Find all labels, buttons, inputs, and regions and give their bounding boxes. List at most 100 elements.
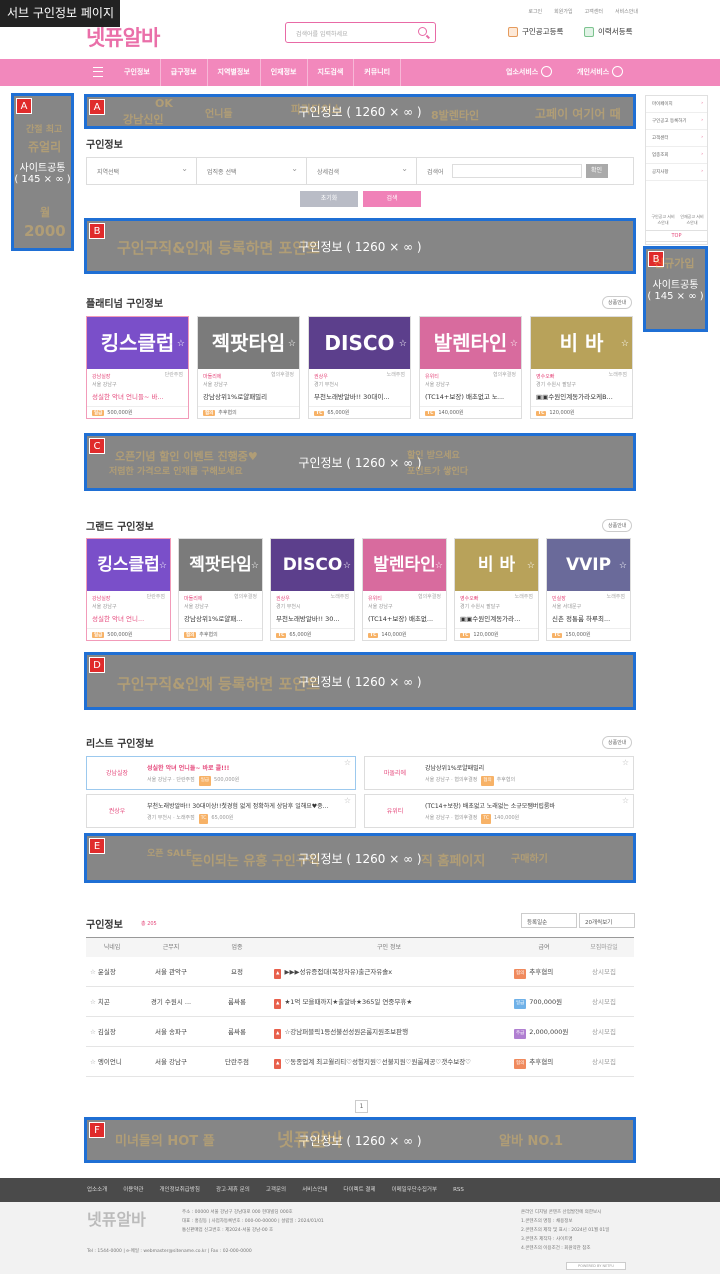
sidebar-job-service[interactable]: 구인공고 서비스안내 bbox=[650, 214, 676, 226]
search-button[interactable]: 검색 bbox=[363, 191, 421, 207]
confirm-button[interactable]: 확인 bbox=[585, 164, 608, 178]
star-icon[interactable]: ☆ bbox=[527, 540, 535, 592]
row-title[interactable]: ▲ ♡동종업계 최고월리티♡성형지원♡선불지원♡원룸제공♡갯수보장♡ bbox=[266, 1047, 504, 1076]
job-card[interactable]: 비 바 ☆ 영수오빠 노래주점 경기 수원시 팔달구 ▣▣수원인계동가라오케B... TC 1… bbox=[530, 316, 633, 419]
platinum-more-button[interactable]: 상품안내 bbox=[602, 296, 633, 309]
banner-side-b[interactable]: B 신규가입 사이트공통 ( 145 × ∞ ) bbox=[643, 246, 708, 332]
star-icon[interactable]: ☆ bbox=[619, 540, 627, 592]
banner-e[interactable]: E 오픈 SALE 돈이되는 유흥 구인구직 직 홈페이지 구매하기 구인정보 … bbox=[84, 833, 636, 883]
footer-link[interactable]: 고객문의 bbox=[266, 1178, 286, 1202]
site-logo[interactable]: 넷퓨알바 bbox=[86, 22, 160, 52]
sidebar-item-support[interactable]: 고객센터 bbox=[646, 130, 707, 147]
job-card[interactable]: 젝팟타임 ☆ 마돌리에 협의후결정 서울 강남구 강남상위1%로얄패... 협의 추후협의 bbox=[178, 538, 263, 641]
banner-side-a[interactable]: A 간절 최고 쥬얼리 월 2000 사이트공통 ( 145 × ∞ ) bbox=[11, 93, 74, 251]
list-item[interactable]: 유위티 (TC14+보장) 배초없고 노래없는 소규모쨈버립룸바 서울 강남구 · … bbox=[364, 794, 634, 828]
job-post-button[interactable]: 구인공고등록 bbox=[508, 26, 563, 37]
star-icon[interactable]: ☆ bbox=[622, 796, 629, 805]
nav-item-urgent[interactable]: 급구정보 bbox=[161, 59, 208, 86]
banner-a[interactable]: A OK 강남신인 언니들 파라다이스 8발렌타인 고페이 여기어 때 구인정보… bbox=[84, 94, 636, 129]
search-box[interactable]: 검색어를 입력하세요 bbox=[285, 22, 436, 43]
star-icon[interactable]: ☆ bbox=[435, 540, 443, 592]
job-card[interactable]: 발렌타인 ☆ 유위티 협의후결정 서울 강남구 (TC14+보장) 배초없고 노... TC… bbox=[419, 316, 522, 419]
row-title[interactable]: ▲ ★1억 모을때까지★출알바★365일 연중무휴★ bbox=[266, 987, 504, 1016]
list-title: 강남상위1%로얄패밀리 bbox=[425, 765, 485, 772]
per-page-select[interactable]: 20개씩보기 bbox=[579, 913, 635, 928]
resume-button[interactable]: 이력서등록 bbox=[584, 26, 633, 37]
star-icon[interactable]: ☆ bbox=[288, 318, 296, 370]
job-card[interactable]: VVIP ☆ 민실장 노래주점 서울 서대문구 신촌 정통룸 하루최... TC 150,00… bbox=[546, 538, 631, 641]
service-link[interactable]: 서비스안내 bbox=[615, 8, 638, 15]
star-icon[interactable]: ☆ bbox=[343, 540, 351, 592]
footer-link[interactable]: 광고·제휴 문의 bbox=[216, 1178, 250, 1202]
banner-d[interactable]: D 구인구직&인재 등록하면 포인트 구인정보 ( 1260 × ∞ ) bbox=[84, 652, 636, 710]
sidebar-item-mypage[interactable]: 마이페이지 bbox=[646, 96, 707, 113]
star-icon[interactable]: ☆ bbox=[344, 758, 351, 767]
star-icon[interactable]: ☆ bbox=[177, 318, 185, 370]
footer-link[interactable]: 이용약관 bbox=[123, 1178, 143, 1202]
grand-more-button[interactable]: 상품안내 bbox=[602, 519, 633, 532]
star-icon[interactable]: ☆ bbox=[622, 758, 629, 767]
region-select[interactable]: 지역선택 bbox=[87, 157, 197, 185]
table-row[interactable]: ☆ 김실장 서울 송파구 룸싸롱 ▲ ☆강남퍼블릭1등선불선성원은룸지원조보판행 주급 2,… bbox=[86, 1017, 634, 1047]
detail-select[interactable]: 상세검색 bbox=[307, 157, 417, 185]
footer-link[interactable]: 개인정보취급방침 bbox=[160, 1178, 200, 1202]
star-icon[interactable]: ☆ bbox=[90, 998, 98, 1006]
signup-link[interactable]: 회원가입 bbox=[554, 8, 572, 15]
sidebar-talent-service[interactable]: 인재공고 서비스안내 bbox=[679, 214, 705, 226]
job-card[interactable]: DISCO ☆ 권상우 노래주점 경기 부천시 부천노래방알바!! 30대이... TC 65… bbox=[308, 316, 411, 419]
nav-item-jobs[interactable]: 구인정보 bbox=[114, 59, 161, 86]
footer-link[interactable]: 이메일무단수집거부 bbox=[392, 1178, 438, 1202]
star-icon[interactable]: ☆ bbox=[251, 540, 259, 592]
star-icon[interactable]: ☆ bbox=[510, 318, 518, 370]
login-link[interactable]: 로그인 bbox=[528, 8, 542, 15]
star-icon[interactable]: ☆ bbox=[621, 318, 629, 370]
star-icon[interactable]: ☆ bbox=[344, 796, 351, 805]
row-title[interactable]: ▲ ▶▶▶성유증접대(복장자유)출근자유솔x bbox=[266, 957, 504, 986]
sidebar-item-post[interactable]: 구인공고 등록하기 bbox=[646, 113, 707, 130]
sidebar-item-notice[interactable]: 공지사항 bbox=[646, 164, 707, 181]
job-card[interactable]: 젝팟타임 ☆ 마돌리에 협의후결정 서울 강남구 강남상위1%로얄패밀리 협의 추후협의 bbox=[197, 316, 300, 419]
list-item[interactable]: 권상우 부천노래방알바!! 30대이상!!첫경험 없게 정확하게 상담후 일해요♥… bbox=[86, 794, 356, 828]
job-card[interactable]: 킹스클럽 ☆ 강남실장 단란주점 서울 강남구 성실한 악녀 언니... 일급 500,000… bbox=[86, 538, 171, 641]
personal-service-menu[interactable]: 개인서비스 bbox=[577, 59, 624, 86]
nav-item-region[interactable]: 지역별정보 bbox=[208, 59, 261, 86]
list-item[interactable]: 강남실장 성실한 악녀 언니들~ 바로 콜!!! 서울 강남구 · 단란주점 일급 50… bbox=[86, 756, 356, 790]
menu-icon[interactable] bbox=[93, 67, 103, 77]
nav-item-map[interactable]: 지도검색 bbox=[308, 59, 355, 86]
star-icon[interactable]: ☆ bbox=[159, 540, 167, 592]
footer-link[interactable]: 다이렉트 결제 bbox=[343, 1178, 375, 1202]
nav-item-talent[interactable]: 인재정보 bbox=[261, 59, 308, 86]
business-service-menu[interactable]: 업소서비스 bbox=[506, 59, 553, 86]
job-card[interactable]: 킹스클럽 ☆ 강남실장 단란주점 서울 강남구 성실한 악녀 언니들~ 바... 일급 500… bbox=[86, 316, 189, 419]
page-1[interactable]: 1 bbox=[355, 1100, 368, 1113]
banner-f[interactable]: F 미녀들의 HOT 플 넷퓨알바 알바 NO.1 구인정보 ( 1260 × … bbox=[84, 1117, 636, 1163]
sidebar-item-category[interactable]: 업종조회 bbox=[646, 147, 707, 164]
row-title[interactable]: ▲ ☆강남퍼블릭1등선불선성원은룸지원조보판행 bbox=[266, 1017, 504, 1046]
list-item[interactable]: 마돌리에 강남상위1%로얄패밀리 서울 강남구 · 협의후결정 협의 추후협의 ☆ bbox=[364, 756, 634, 790]
category-select[interactable]: 업직종 선택 bbox=[197, 157, 307, 185]
search-icon[interactable] bbox=[418, 27, 427, 36]
job-card[interactable]: 비 바 ☆ 영수오빠 노래주점 경기 수원시 팔달구 ▣▣수원인계동가라... TC 120,… bbox=[454, 538, 539, 641]
banner-c[interactable]: C 오픈기념 할인 이벤트 진행중♥ 저렴한 가격으로 인재를 구해보세요 할인… bbox=[84, 433, 636, 491]
footer-link[interactable]: 업소소개 bbox=[87, 1178, 107, 1202]
star-icon[interactable]: ☆ bbox=[90, 1058, 98, 1066]
nav-item-community[interactable]: 커뮤니티 bbox=[354, 59, 402, 86]
table-row[interactable]: ☆ 윤실장 서울 관악구 요정 ▲ ▶▶▶성유증접대(복장자유)출근자유솔x 협의 추후협의… bbox=[86, 957, 634, 987]
top-button[interactable]: TOP bbox=[645, 230, 708, 242]
reset-button[interactable]: 초기화 bbox=[300, 191, 358, 207]
support-link[interactable]: 고객센터 bbox=[585, 8, 603, 15]
star-icon[interactable]: ☆ bbox=[90, 968, 98, 976]
keyword-input[interactable] bbox=[451, 164, 582, 178]
sort-select[interactable]: 등록일순 bbox=[521, 913, 577, 928]
banner-b[interactable]: B 구인구직&인재 등록하면 포인트 구인정보 ( 1260 × ∞ ) bbox=[84, 218, 636, 274]
star-icon[interactable]: ☆ bbox=[399, 318, 407, 370]
job-card[interactable]: 발렌타인 ☆ 유위티 협의후결정 서울 강남구 (TC14+보장) 배초없... TC 140… bbox=[362, 538, 447, 641]
table-row[interactable]: ☆ 치곤 경기 수원시 ... 룸싸롱 ▲ ★1억 모을때까지★출알바★365일 연중무… bbox=[86, 987, 634, 1017]
footer-link[interactable]: 서비스안내 bbox=[302, 1178, 327, 1202]
footer-link[interactable]: RSS bbox=[453, 1178, 464, 1202]
star-icon[interactable]: ☆ bbox=[90, 1028, 98, 1036]
search-section-title: 구인정보 bbox=[86, 140, 123, 151]
job-card[interactable]: DISCO ☆ 권상우 노래주점 경기 부천시 부천노래방알바!! 30... TC 65,0… bbox=[270, 538, 355, 641]
table-row[interactable]: ☆ 엥이언니 서울 강남구 단란주점 ▲ ♡동종업계 최고월리티♡성형지원♡선불지원♡원… bbox=[86, 1047, 634, 1077]
list-more-button[interactable]: 상품안내 bbox=[602, 736, 633, 749]
